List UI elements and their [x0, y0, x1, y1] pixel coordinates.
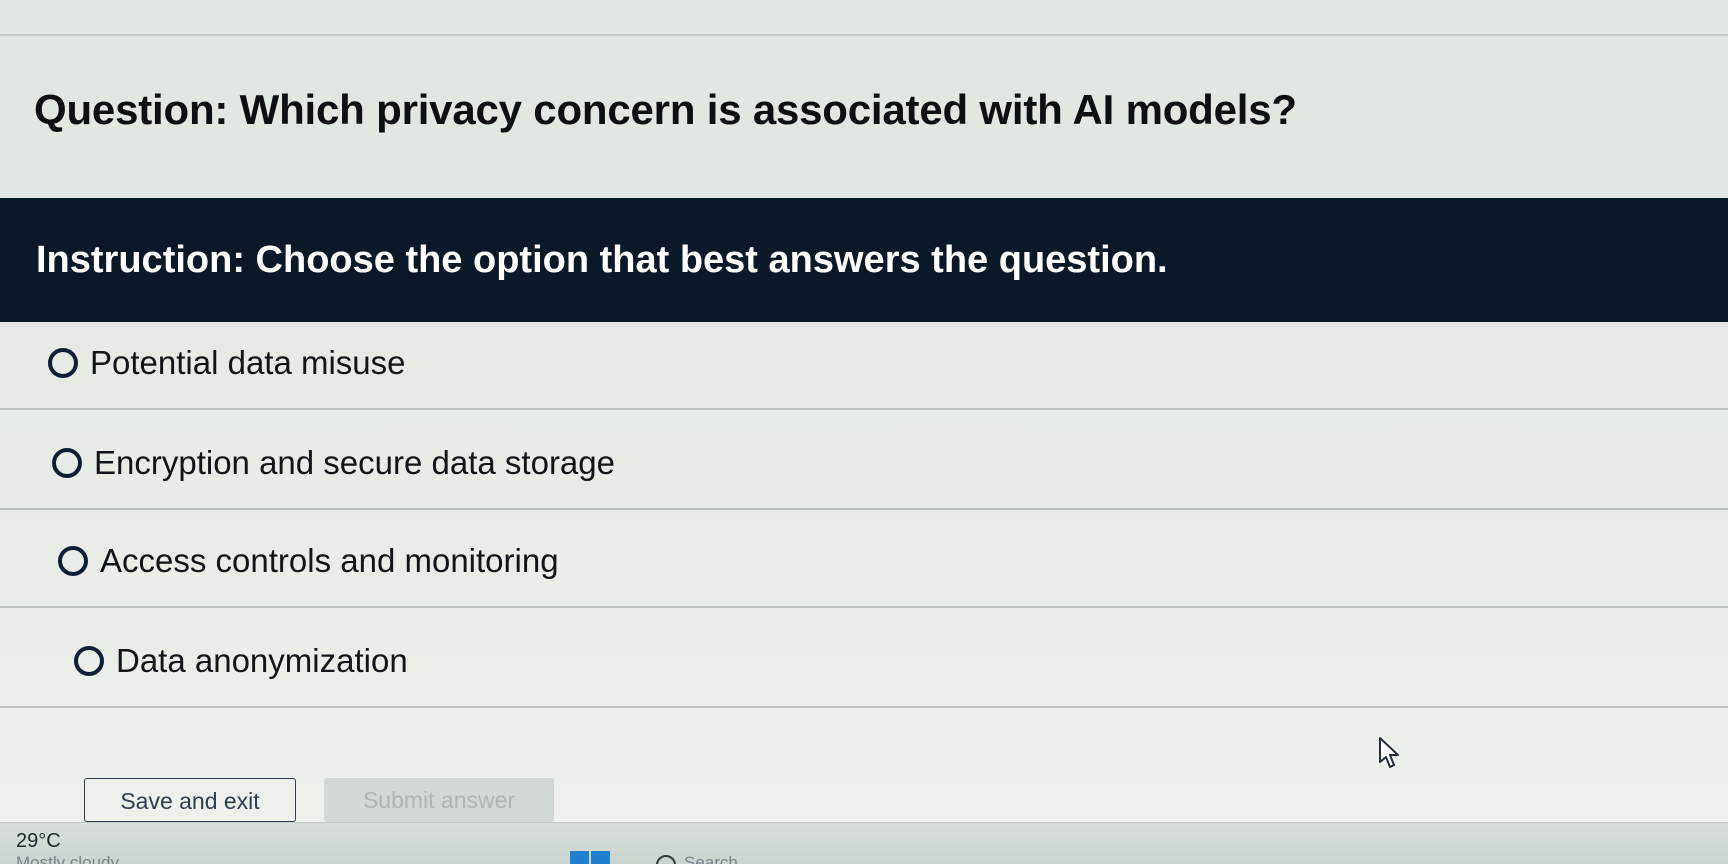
- start-tile: [570, 851, 589, 864]
- radio-button-icon[interactable]: [48, 348, 78, 378]
- answer-option-label: Access controls and monitoring: [100, 542, 559, 579]
- answer-option-3[interactable]: Access controls and monitoring: [0, 516, 1728, 608]
- answer-option-2[interactable]: Encryption and secure data storage: [0, 418, 1728, 510]
- radio-button-icon[interactable]: [52, 448, 82, 478]
- top-divider: [0, 34, 1728, 36]
- action-buttons: Save and exit Submit answer: [84, 776, 554, 824]
- save-and-exit-button[interactable]: Save and exit: [84, 778, 296, 822]
- radio-button-icon[interactable]: [58, 546, 88, 576]
- weather-text: Mostly cloudy: [16, 853, 119, 864]
- instruction-text: Instruction: Choose the option that best…: [36, 239, 1168, 281]
- answer-option-label: Data anonymization: [116, 642, 408, 679]
- answer-option-label: Potential data misuse: [90, 344, 406, 381]
- answer-option-4[interactable]: Data anonymization: [0, 616, 1728, 708]
- submit-answer-button[interactable]: Submit answer: [324, 778, 554, 822]
- taskbar-search[interactable]: Search: [684, 853, 738, 864]
- question-text: Question: Which privacy concern is assoc…: [34, 86, 1297, 133]
- search-icon[interactable]: [656, 855, 676, 864]
- instruction-bar: Instruction: Choose the option that best…: [0, 198, 1728, 322]
- answer-option-1[interactable]: Potential data misuse: [0, 318, 1728, 410]
- radio-button-icon[interactable]: [74, 646, 104, 676]
- quiz-page: Question: Which privacy concern is assoc…: [0, 0, 1728, 864]
- mouse-cursor-icon: [1379, 737, 1399, 768]
- answer-option-label: Encryption and secure data storage: [94, 444, 615, 481]
- temperature-text: 29°C: [16, 830, 61, 852]
- taskbar: 29°C Mostly cloudy Search: [0, 822, 1728, 864]
- start-tile: [591, 851, 610, 864]
- windows-start-icon[interactable]: [570, 851, 610, 864]
